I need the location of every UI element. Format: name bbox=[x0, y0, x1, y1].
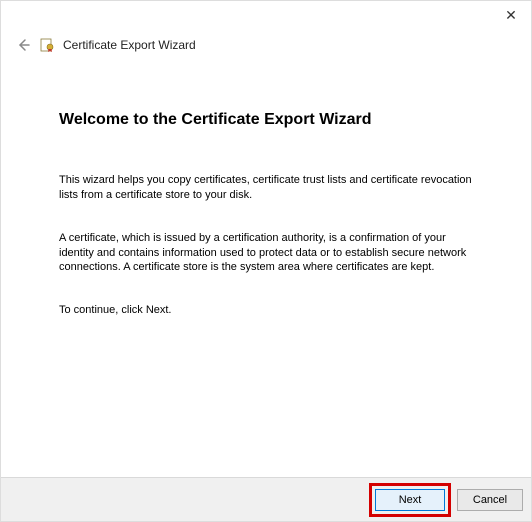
next-button[interactable]: Next bbox=[375, 489, 445, 511]
page-heading: Welcome to the Certificate Export Wizard bbox=[59, 111, 473, 129]
cancel-button[interactable]: Cancel bbox=[457, 489, 523, 511]
continue-text: To continue, click Next. bbox=[59, 303, 473, 318]
close-button[interactable]: ✕ bbox=[501, 5, 521, 25]
next-highlight: Next bbox=[369, 483, 451, 517]
explanation-text: A certificate, which is issued by a cert… bbox=[59, 231, 473, 276]
certificate-icon bbox=[39, 37, 55, 53]
intro-text: This wizard helps you copy certificates,… bbox=[59, 173, 473, 203]
wizard-title: Certificate Export Wizard bbox=[63, 38, 196, 52]
wizard-footer: Next Cancel bbox=[1, 477, 531, 521]
back-arrow-icon[interactable] bbox=[15, 37, 31, 53]
wizard-header: Certificate Export Wizard bbox=[1, 1, 531, 61]
wizard-content: Welcome to the Certificate Export Wizard… bbox=[1, 61, 531, 318]
